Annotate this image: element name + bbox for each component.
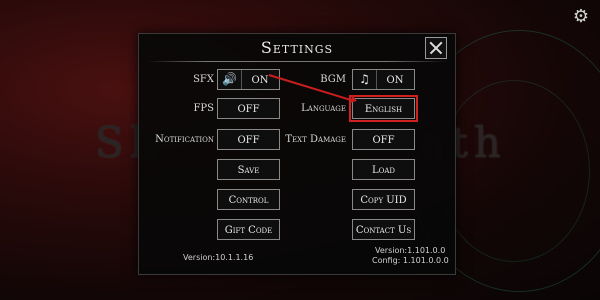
- title-divider: [147, 61, 447, 62]
- fps-toggle[interactable]: OFF: [217, 98, 280, 119]
- control-button[interactable]: Control: [217, 189, 280, 210]
- gift-code-button[interactable]: Gift Code: [217, 219, 280, 240]
- text-damage-label: Text Damage: [285, 134, 346, 145]
- settings-panel: Settings SFX 🔊 ON BGM ♫ ON FPS OFF Langu…: [138, 33, 456, 275]
- app-version: Version:10.1.1.16: [183, 253, 254, 262]
- notification-label: Notification: [155, 134, 214, 145]
- copy-uid-button[interactable]: Copy UID: [352, 189, 415, 210]
- close-button[interactable]: [425, 37, 447, 59]
- text-damage-toggle[interactable]: OFF: [352, 129, 415, 150]
- load-button[interactable]: Load: [352, 159, 415, 180]
- config-version: Config: 1.101.0.0.0: [372, 256, 449, 265]
- contact-us-button[interactable]: Contact Us: [352, 219, 415, 240]
- panel-title: Settings: [260, 38, 334, 57]
- save-button[interactable]: Save: [217, 159, 280, 180]
- sfx-label: SFX: [193, 74, 214, 85]
- language-label: Language: [301, 103, 346, 114]
- client-version: Version:1.101.0.0: [375, 246, 446, 255]
- background-swirl-inner: [438, 80, 590, 262]
- fps-label: FPS: [193, 103, 214, 114]
- bgm-toggle[interactable]: ♫ ON: [352, 69, 415, 90]
- bgm-value: ON: [386, 75, 404, 86]
- music-note-icon: ♫: [353, 70, 377, 89]
- language-selector[interactable]: English: [349, 95, 418, 122]
- speaker-icon: 🔊: [218, 70, 242, 89]
- sfx-value: ON: [251, 75, 269, 86]
- sfx-toggle[interactable]: 🔊 ON: [217, 69, 280, 90]
- gear-icon[interactable]: ⚙: [572, 8, 590, 26]
- notification-toggle[interactable]: OFF: [217, 129, 280, 150]
